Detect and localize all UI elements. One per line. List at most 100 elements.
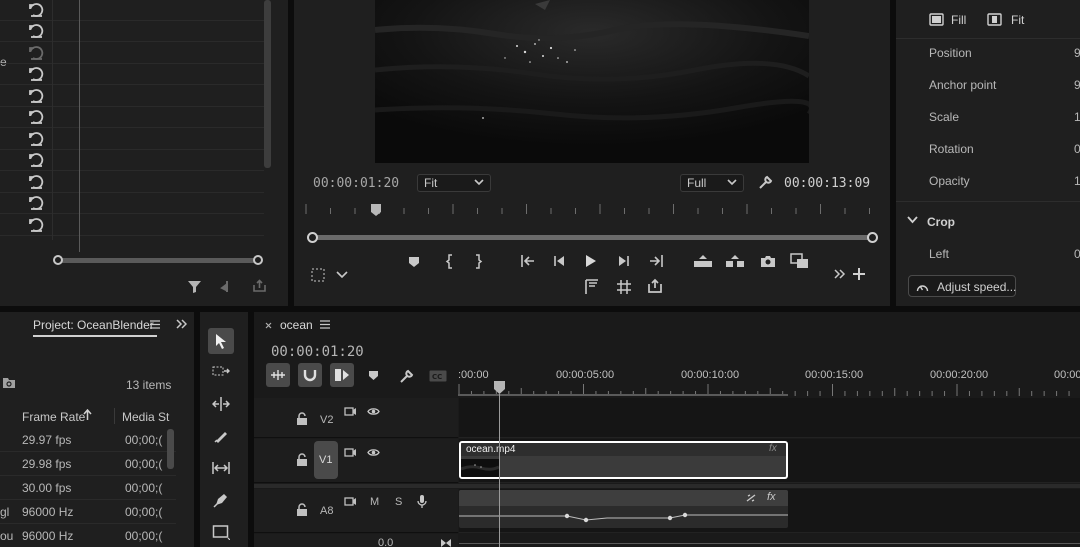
mark-out-icon[interactable] <box>473 254 483 269</box>
video-clip[interactable]: ocean.mp4 fx <box>459 441 788 479</box>
chevron-down-icon[interactable] <box>907 216 918 224</box>
column-media-start[interactable]: Media St <box>122 410 169 424</box>
grid-icon[interactable] <box>616 279 632 295</box>
program-current-timecode[interactable]: 00:00:01:20 <box>313 176 399 191</box>
safe-margins-icon[interactable] <box>310 267 326 283</box>
track-label-a8[interactable]: A8 <box>320 505 333 517</box>
add-marker-icon[interactable] <box>408 256 420 268</box>
reset-icon[interactable] <box>29 175 45 190</box>
work-area-bar[interactable] <box>458 394 788 396</box>
resolution-select[interactable]: Full <box>680 174 744 192</box>
pen-tool[interactable] <box>208 487 234 513</box>
property-scale-value[interactable]: 1 <box>1074 110 1080 124</box>
double-chevron-right-icon[interactable] <box>834 269 846 279</box>
sequence-tab[interactable]: ocean <box>280 318 313 332</box>
multicam-icon[interactable] <box>790 253 810 269</box>
project-row[interactable]: 29.97 fps 00;00;( <box>0 428 176 452</box>
wrench-icon[interactable] <box>399 369 414 384</box>
selection-tool[interactable] <box>208 328 234 354</box>
project-row[interactable]: 30.00 fps 00;00;( <box>0 476 176 500</box>
monitor-scroll-bar[interactable] <box>313 235 871 240</box>
mark-in-icon[interactable] <box>445 254 455 269</box>
add-button-icon[interactable] <box>853 268 865 280</box>
adjust-speed-button[interactable]: Adjust speed... <box>908 275 1016 297</box>
track-label-v2[interactable]: V2 <box>320 414 333 426</box>
audio-icon[interactable] <box>220 279 236 294</box>
crop-section-title[interactable]: Crop <box>927 215 955 229</box>
close-tab-icon[interactable] <box>265 322 272 329</box>
mute-button[interactable]: M <box>370 496 379 508</box>
track-lane-v2[interactable] <box>459 398 1080 438</box>
slip-tool[interactable] <box>208 455 234 481</box>
fit-frame-icon[interactable] <box>987 12 1002 27</box>
reset-icon[interactable] <box>29 196 45 211</box>
double-chevron-right-icon[interactable] <box>176 319 187 329</box>
play-icon[interactable] <box>585 254 597 268</box>
zoom-handle-right[interactable] <box>253 255 263 265</box>
keyframe-nav-icon[interactable] <box>440 538 452 547</box>
export-icon[interactable] <box>252 279 267 293</box>
insert-overwrite-toggle[interactable] <box>266 363 290 387</box>
reset-icon[interactable] <box>29 132 45 147</box>
fit-label[interactable]: Fit <box>1011 13 1024 27</box>
add-marker-icon[interactable] <box>368 370 379 381</box>
reset-icon[interactable] <box>29 110 45 125</box>
sync-lock-icon[interactable] <box>344 496 357 507</box>
volume-value[interactable]: 0.0 <box>378 537 393 547</box>
linked-selection-toggle[interactable] <box>330 363 354 387</box>
comparison-view-icon[interactable] <box>584 279 600 295</box>
project-row[interactable]: 29.98 fps 00;00;( <box>0 452 176 476</box>
export-frame-icon[interactable] <box>647 278 663 294</box>
scroll-handle-left[interactable] <box>307 232 318 243</box>
panel-scrollbar[interactable] <box>264 0 271 168</box>
crop-left-value[interactable]: 0 <box>1074 247 1080 261</box>
extract-icon[interactable] <box>725 254 745 268</box>
settings-chevron-icon[interactable] <box>336 271 348 279</box>
horizontal-zoom-bar[interactable] <box>58 258 258 263</box>
reset-icon[interactable] <box>29 218 45 233</box>
sync-lock-icon[interactable] <box>344 447 357 458</box>
reset-icon[interactable] <box>29 89 45 104</box>
property-anchor-point-value[interactable]: 9 <box>1074 78 1080 92</box>
ripple-edit-tool[interactable] <box>208 391 234 417</box>
go-to-in-icon[interactable] <box>520 254 536 268</box>
razor-tool[interactable] <box>208 423 234 449</box>
audio-clip[interactable]: fx <box>459 490 788 528</box>
go-to-out-icon[interactable] <box>648 254 664 268</box>
audio-link-icon[interactable] <box>745 493 757 503</box>
reset-icon[interactable] <box>29 46 45 61</box>
fx-badge[interactable]: fx <box>769 443 777 454</box>
snap-toggle[interactable] <box>298 363 322 387</box>
eye-icon[interactable] <box>367 407 380 416</box>
step-forward-icon[interactable] <box>616 254 630 268</box>
camera-icon[interactable] <box>760 255 776 268</box>
monitor-time-ruler[interactable] <box>304 202 870 218</box>
lock-icon[interactable] <box>296 503 308 516</box>
project-tab[interactable]: Project: OceanBlender <box>33 318 154 332</box>
zoom-handle-left[interactable] <box>53 255 63 265</box>
wrench-icon[interactable] <box>758 175 773 190</box>
rectangle-tool[interactable] <box>208 519 234 545</box>
reset-icon[interactable] <box>29 3 45 18</box>
lock-icon[interactable] <box>296 412 308 425</box>
lock-icon[interactable] <box>296 453 308 466</box>
eye-icon[interactable] <box>367 448 380 457</box>
reset-icon[interactable] <box>29 153 45 168</box>
captions-icon[interactable]: CC <box>429 370 447 382</box>
zoom-level-select[interactable]: Fit <box>417 174 491 192</box>
step-back-icon[interactable] <box>553 254 567 268</box>
panel-menu-icon[interactable] <box>320 320 330 329</box>
timeline-playhead-line[interactable] <box>499 394 500 547</box>
property-rotation-value[interactable]: 0 <box>1074 142 1080 156</box>
sort-arrow-up-icon[interactable] <box>83 409 92 420</box>
fill-frame-icon[interactable] <box>929 12 944 27</box>
audio-fx-badge[interactable]: fx <box>767 491 776 503</box>
timeline-current-timecode[interactable]: 00:00:01:20 <box>271 344 364 360</box>
filter-icon[interactable] <box>187 279 202 294</box>
project-scrollbar[interactable] <box>167 429 174 469</box>
track-select-tool[interactable] <box>208 359 234 385</box>
property-opacity-value[interactable]: 1 <box>1074 174 1080 188</box>
reset-icon[interactable] <box>29 24 45 39</box>
project-row[interactable]: ou 96000 Hz 00;00;( <box>0 524 176 547</box>
lift-icon[interactable] <box>693 254 713 268</box>
